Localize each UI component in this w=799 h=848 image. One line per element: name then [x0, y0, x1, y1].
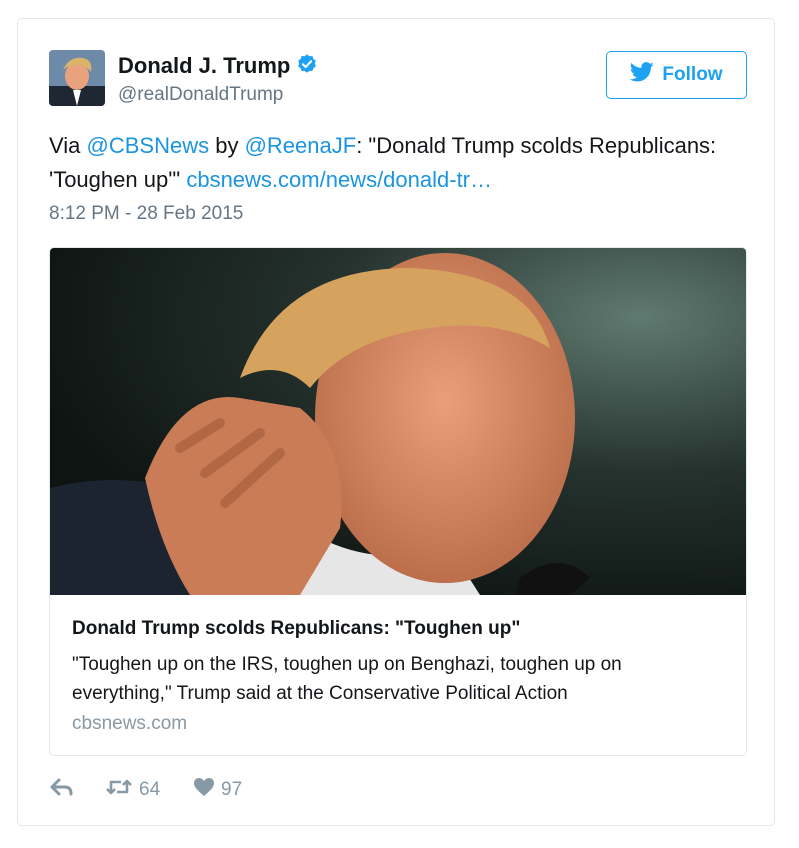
reply-icon [49, 777, 75, 803]
author-name[interactable]: Donald J. Trump [118, 53, 318, 81]
tweet-timestamp[interactable]: 8:12 PM - 28 Feb 2015 [49, 203, 243, 225]
reply-button[interactable] [49, 777, 75, 803]
url-link[interactable]: cbsnews.com/news/donald-tr… [186, 167, 492, 192]
follow-button[interactable]: Follow [606, 51, 747, 99]
mention-link[interactable]: @CBSNews [87, 133, 210, 158]
embedded-tweet: Donald J. Trump @realDonaldTrump Follow … [17, 18, 775, 826]
card-domain: cbsnews.com [72, 713, 188, 734]
heart-icon [193, 777, 215, 803]
mention-link[interactable]: @ReenaJF [245, 133, 357, 158]
retweet-button[interactable]: 64 [105, 777, 160, 803]
retweet-icon [105, 777, 133, 803]
card-description: "Toughen up on the IRS, toughen up on Be… [72, 654, 622, 704]
like-count: 97 [221, 779, 243, 800]
avatar[interactable] [49, 50, 105, 106]
link-card[interactable]: Donald Trump scolds Republicans: "Toughe… [49, 247, 747, 756]
retweet-count: 64 [139, 779, 161, 800]
tweet-text: Via @CBSNews by @ReenaJF: "Donald Trump … [49, 133, 717, 192]
twitter-bird-icon [630, 62, 655, 88]
like-button[interactable]: 97 [193, 777, 242, 803]
profile-photo [49, 50, 105, 106]
verified-badge-icon [296, 53, 318, 81]
card-image [50, 248, 746, 595]
author-handle[interactable]: @realDonaldTrump [118, 84, 283, 106]
card-title: Donald Trump scolds Republicans: "Toughe… [72, 618, 521, 639]
